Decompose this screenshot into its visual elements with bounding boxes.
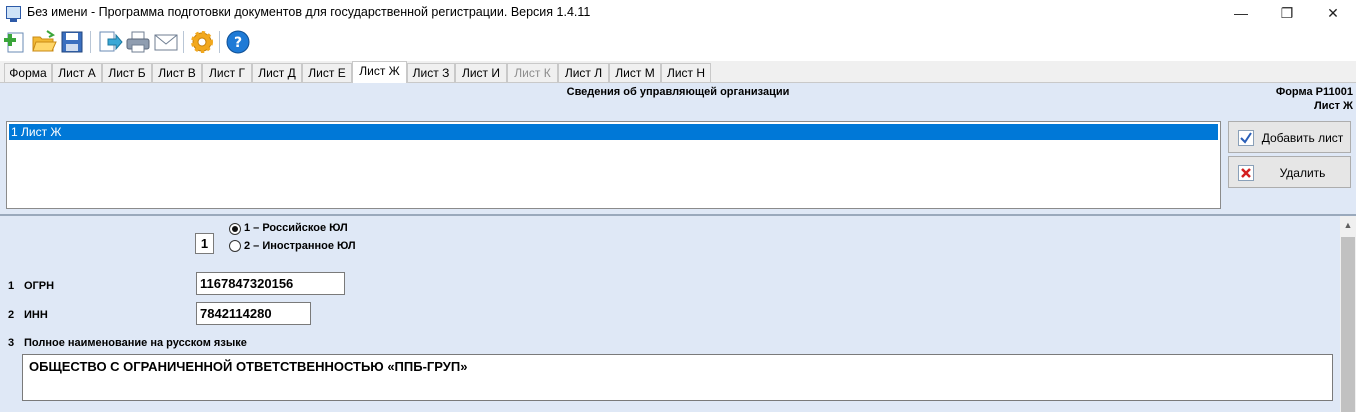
- print-icon: [126, 31, 150, 53]
- maximize-button[interactable]: ❐: [1264, 0, 1310, 26]
- inn-field[interactable]: 7842114280: [196, 302, 311, 325]
- tab-list-k: Лист К: [507, 63, 558, 83]
- tab-list-n[interactable]: Лист Н: [661, 63, 711, 83]
- toolbar: ?: [0, 26, 1356, 58]
- radio-russian-org-label: 1 – Российское ЮЛ: [244, 222, 348, 234]
- svg-text:?: ?: [234, 35, 242, 51]
- radio-foreign-org[interactable]: [229, 240, 241, 252]
- save-button[interactable]: [58, 28, 86, 56]
- tab-list-l[interactable]: Лист Л: [558, 63, 609, 83]
- inn-number: 2: [8, 309, 15, 321]
- tab-list-z[interactable]: Лист З: [407, 63, 455, 83]
- title-bar: Без имени - Программа подготовки докумен…: [0, 0, 1356, 26]
- full-name-number: 3: [8, 337, 15, 349]
- save-icon: [61, 31, 83, 53]
- export-icon: [99, 31, 123, 52]
- toolbar-separator: [183, 31, 184, 53]
- org-type-field[interactable]: 1: [195, 233, 214, 254]
- radio-foreign-org-label: 2 – Иностранное ЮЛ: [244, 240, 356, 252]
- tab-list-v[interactable]: Лист В: [152, 63, 202, 83]
- ogrn-number: 1: [8, 280, 15, 292]
- tab-list-a[interactable]: Лист А: [52, 63, 102, 83]
- full-name-label: Полное наименование на русском языке: [24, 337, 247, 349]
- minimize-button[interactable]: —: [1218, 0, 1264, 26]
- tab-list-i[interactable]: Лист И: [455, 63, 507, 83]
- toolbar-separator: [90, 31, 91, 53]
- new-document-icon: [4, 32, 24, 53]
- ogrn-label: ОГРН: [24, 280, 55, 292]
- ogrn-field[interactable]: 1167847320156: [196, 272, 345, 295]
- window-title: Без имени - Программа подготовки докумен…: [27, 5, 591, 19]
- open-button[interactable]: [30, 28, 58, 56]
- radio-russian-org[interactable]: [229, 223, 241, 235]
- tab-list-g[interactable]: Лист Г: [202, 63, 252, 83]
- help-icon: ?: [226, 30, 250, 54]
- vertical-scrollbar[interactable]: ▲: [1340, 216, 1356, 412]
- form-number: Форма Р11001: [1275, 86, 1353, 98]
- full-name-field[interactable]: ОБЩЕСТВО С ОГРАНИЧЕННОЙ ОТВЕТСТВЕННОСТЬЮ…: [22, 354, 1333, 401]
- tab-list-d[interactable]: Лист Д: [252, 63, 302, 83]
- tab-list-zh[interactable]: Лист Ж: [352, 61, 407, 83]
- sheet-tabs: Форма Лист А Лист Б Лист В Лист Г Лист Д…: [0, 61, 1356, 83]
- toolbar-separator: [219, 31, 220, 53]
- help-button[interactable]: ?: [224, 28, 252, 56]
- sheet-form-panel: 1 1 – Российское ЮЛ 2 – Иностранное ЮЛ 1…: [0, 216, 1340, 412]
- sheet-list[interactable]: 1 Лист Ж: [6, 121, 1221, 209]
- delete-sheet-label: Удалить: [1279, 166, 1326, 180]
- delete-icon: [1238, 165, 1254, 181]
- print-button[interactable]: [124, 28, 152, 56]
- scroll-up-icon[interactable]: ▲: [1340, 220, 1356, 230]
- tab-list-b[interactable]: Лист Б: [102, 63, 152, 83]
- settings-icon: [191, 31, 213, 53]
- tab-list-m[interactable]: Лист М: [609, 63, 661, 83]
- sheet-code: Лист Ж: [1314, 100, 1353, 112]
- section-title: Сведения об управляющей организации: [566, 86, 790, 98]
- checkmark-icon: [1238, 130, 1254, 146]
- form-code: Форма Р11001 Лист Ж: [1276, 85, 1353, 113]
- export-button[interactable]: [96, 28, 124, 56]
- settings-button[interactable]: [188, 28, 216, 56]
- app-monitor-icon: [6, 6, 21, 22]
- sheet-header-panel: Сведения об управляющей организации Форм…: [0, 83, 1356, 215]
- open-folder-icon: [32, 30, 57, 52]
- mail-button[interactable]: [152, 28, 180, 56]
- close-button[interactable]: ✕: [1310, 0, 1356, 26]
- add-sheet-button[interactable]: Добавить лист: [1228, 121, 1351, 153]
- scrollbar-thumb[interactable]: [1341, 237, 1355, 412]
- add-sheet-label: Добавить лист: [1261, 131, 1344, 145]
- inn-label: ИНН: [24, 309, 48, 321]
- new-document-button[interactable]: [2, 28, 30, 56]
- mail-icon: [154, 34, 178, 51]
- list-item[interactable]: 1 Лист Ж: [9, 124, 1218, 140]
- tab-forma[interactable]: Форма: [4, 63, 52, 83]
- delete-sheet-button[interactable]: Удалить: [1228, 156, 1351, 188]
- tab-list-e[interactable]: Лист Е: [302, 63, 352, 83]
